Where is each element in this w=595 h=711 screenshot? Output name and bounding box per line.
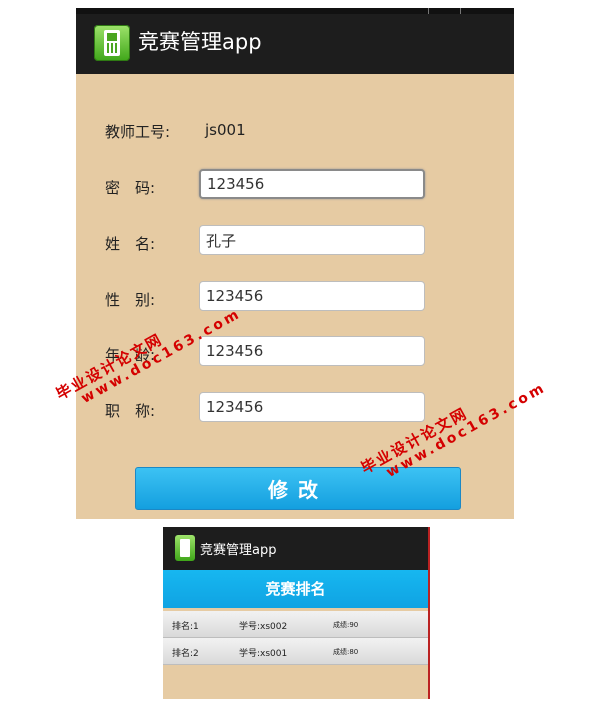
rank-text: 排名:2: [172, 649, 199, 659]
student-id-text: 学号:xs002: [239, 622, 288, 632]
action-bar: 竞赛管理app: [163, 527, 428, 570]
password-label: 密 码:: [105, 179, 156, 197]
list-item[interactable]: 排名:2 学号:xs001 成绩:80: [163, 638, 428, 665]
score-text: 成绩:80: [333, 648, 359, 656]
app-phone-icon: [94, 25, 130, 61]
title-field[interactable]: [199, 392, 425, 422]
app-title: 竞赛管理app: [138, 30, 262, 54]
gender-label: 性 别:: [105, 291, 156, 309]
rank-text: 排名:1: [172, 622, 199, 632]
name-field[interactable]: [199, 225, 425, 255]
app-title: 竞赛管理app: [200, 543, 277, 558]
app-phone-icon: [175, 535, 195, 561]
score-text: 成绩:90: [333, 621, 359, 629]
age-field[interactable]: [199, 336, 425, 366]
modify-button[interactable]: 修改: [135, 467, 461, 510]
action-bar: 竞赛管理app: [76, 14, 514, 74]
name-label: 姓 名:: [105, 235, 156, 253]
list-item[interactable]: 排名:1 学号:xs002 成绩:90: [163, 611, 428, 638]
teacher-id-label: 教师工号:: [105, 123, 171, 141]
student-id-text: 学号:xs001: [239, 649, 288, 659]
password-field[interactable]: [199, 169, 425, 199]
ranking-screen: 竞赛管理app 竞赛排名 排名:1 学号:xs002 成绩:90 排名:2 学号…: [163, 527, 430, 699]
teacher-id-value: js001: [205, 121, 246, 139]
title-label: 职 称:: [105, 402, 156, 420]
ranking-header: 竞赛排名: [163, 570, 428, 608]
